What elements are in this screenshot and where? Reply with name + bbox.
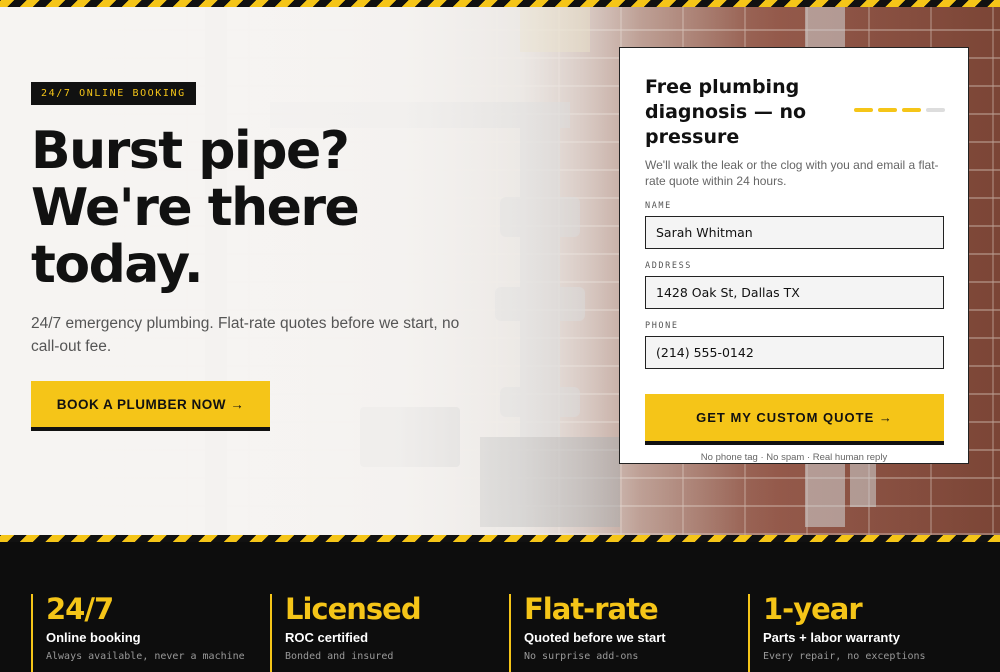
form-step-indicator bbox=[854, 108, 945, 112]
stat-value: Licensed bbox=[285, 592, 422, 626]
stat-subtitle: Every repair, no exceptions bbox=[763, 651, 926, 662]
address-label: ADDRESS bbox=[645, 261, 693, 271]
stat-warranty: 1-year Parts + labor warranty Every repa… bbox=[748, 594, 973, 672]
stat-value: 24/7 bbox=[46, 592, 114, 626]
name-label: NAME bbox=[645, 201, 672, 211]
stat-title: Parts + labor warranty bbox=[763, 630, 900, 645]
headline-line-3: today. bbox=[31, 235, 204, 295]
stat-title: ROC certified bbox=[285, 630, 369, 645]
hazard-stripe-divider bbox=[0, 535, 1000, 542]
headline-line-2: We're there bbox=[31, 178, 360, 238]
step-complete bbox=[902, 108, 921, 112]
hazard-stripe-top bbox=[0, 0, 1000, 7]
phone-field[interactable]: (214) 555-0142 bbox=[645, 336, 944, 369]
stat-subtitle: Always available, never a machine bbox=[46, 651, 245, 662]
stat-licensed: Licensed ROC certified Bonded and insure… bbox=[270, 594, 495, 672]
quote-form-card: Free plumbing diagnosis — no pressure We… bbox=[619, 47, 969, 464]
stat-value: Flat-rate bbox=[524, 592, 659, 626]
stat-availability: 24/7 Online booking Always available, ne… bbox=[31, 594, 256, 672]
stats-bar: 24/7 Online booking Always available, ne… bbox=[0, 542, 1000, 672]
book-plumber-button[interactable]: BOOK A PLUMBER NOW → bbox=[31, 381, 270, 431]
name-field[interactable]: Sarah Whitman bbox=[645, 216, 944, 249]
address-field[interactable]: 1428 Oak St, Dallas TX bbox=[645, 276, 944, 309]
phone-label: PHONE bbox=[645, 321, 679, 331]
headline-line-1: Burst pipe? bbox=[31, 121, 350, 181]
stat-title: Online booking bbox=[46, 630, 141, 645]
form-description: We'll walk the leak or the clog with you… bbox=[645, 158, 939, 188]
online-booking-badge: 24/7 ONLINE BOOKING bbox=[31, 82, 196, 105]
form-title: Free plumbing diagnosis — no pressure bbox=[645, 76, 807, 148]
stat-title: Quoted before we start bbox=[524, 630, 666, 645]
hero-subtext: 24/7 emergency plumbing. Flat-rate quote… bbox=[31, 315, 460, 355]
stat-value: 1-year bbox=[763, 592, 863, 626]
step-complete bbox=[878, 108, 897, 112]
form-fine-print: No phone tag · No spam · Real human repl… bbox=[700, 452, 888, 463]
step-complete bbox=[854, 108, 873, 112]
hero-headline: Burst pipe? We're there today. bbox=[31, 123, 451, 294]
step-pending bbox=[926, 108, 945, 112]
stat-subtitle: Bonded and insured bbox=[285, 651, 394, 662]
stat-flat-rate: Flat-rate Quoted before we start No surp… bbox=[509, 594, 734, 672]
get-quote-button[interactable]: GET MY CUSTOM QUOTE → bbox=[645, 394, 944, 445]
stat-subtitle: No surprise add-ons bbox=[524, 651, 639, 662]
